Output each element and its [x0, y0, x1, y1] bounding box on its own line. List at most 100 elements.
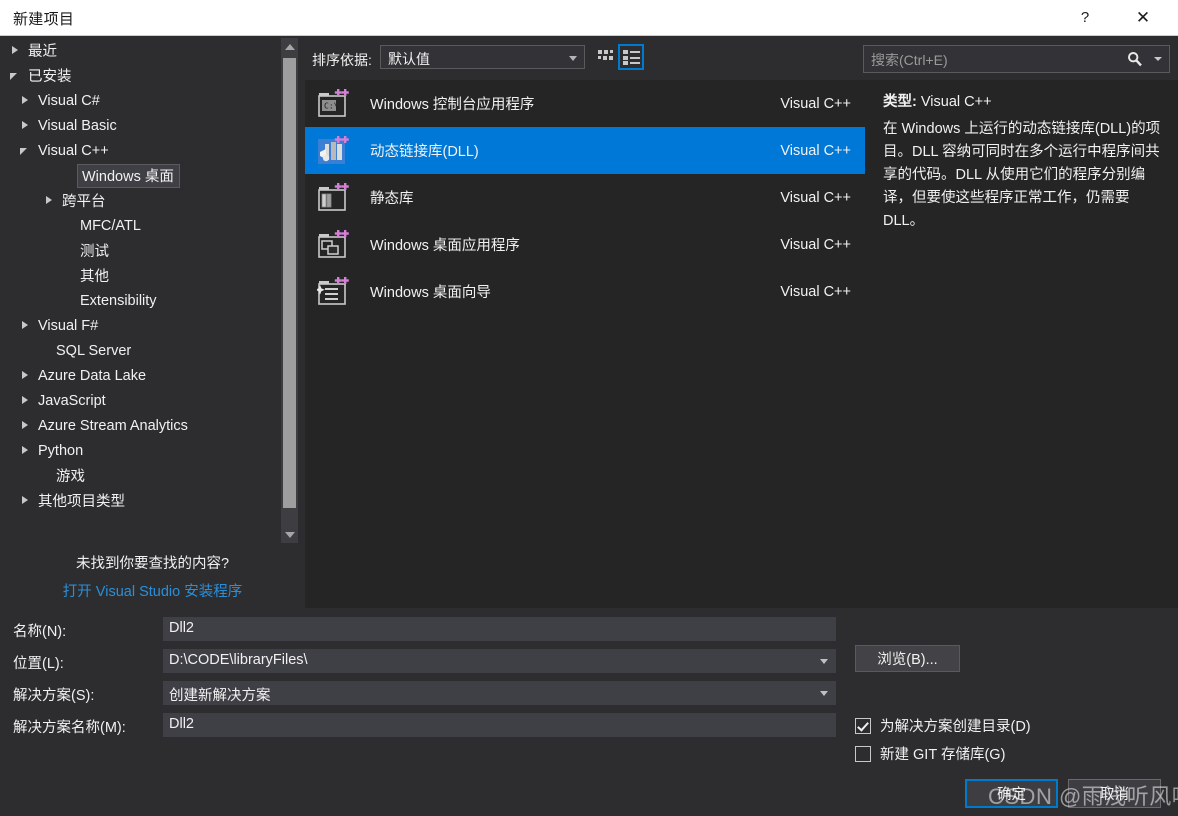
tree-item-9[interactable]: 其他	[0, 263, 305, 288]
chevron-down-icon[interactable]	[20, 145, 31, 156]
search-icon[interactable]	[1123, 48, 1147, 70]
tree-item-14[interactable]: JavaScript	[0, 388, 305, 413]
category-tree[interactable]: 最近 已安装 Visual C# Visual Basic Visual C++ Wind…	[0, 38, 305, 608]
browse-button[interactable]: 浏览(B)...	[855, 645, 960, 672]
sort-by-combobox[interactable]: 默认值	[380, 45, 585, 69]
git-repo-checkbox-row[interactable]: 新建 GIT 存储库(G)	[855, 743, 1005, 764]
search-input[interactable]: 搜索(Ctrl+E)	[871, 50, 948, 70]
tree-item-label: 游戏	[56, 469, 85, 485]
description-type-value: Visual C++	[920, 94, 992, 110]
create-directory-label: 为解决方案创建目录(D)	[880, 719, 1031, 735]
tree-item-label: 其他	[80, 269, 109, 285]
solution-name-value: Dll2	[169, 716, 194, 732]
not-found-hint: 未找到你要查找的内容?	[75, 556, 230, 572]
chevron-right-icon[interactable]	[44, 195, 55, 206]
solution-name-input[interactable]: Dll2	[163, 713, 836, 737]
create-directory-checkbox-row[interactable]: 为解决方案创建目录(D)	[855, 715, 1031, 736]
tree-item-8[interactable]: 测试	[0, 238, 305, 263]
description-type: 类型: Visual C++	[883, 90, 992, 111]
template-name: Windows 桌面向导	[370, 285, 491, 301]
chevron-right-icon[interactable]	[20, 445, 31, 456]
chevron-right-icon[interactable]	[10, 45, 21, 56]
tree-item-7[interactable]: MFC/ATL	[0, 213, 305, 238]
chevron-right-icon[interactable]	[20, 120, 31, 131]
dialog-title: 新建项目	[13, 11, 75, 28]
search-box[interactable]: 搜索(Ctrl+E)	[863, 45, 1170, 73]
cancel-button[interactable]: 取消	[1068, 779, 1161, 808]
tree-item-12[interactable]: SQL Server	[0, 338, 305, 363]
tree-item-label: Azure Stream Analytics	[38, 417, 188, 434]
chevron-right-icon[interactable]	[20, 395, 31, 406]
solution-label: 解决方案(S):	[13, 688, 95, 704]
chevron-down-icon	[569, 56, 577, 61]
template-row[interactable]: C:\ Windows 控制台应用程序 Visual C++	[305, 80, 865, 127]
description-body: 在 Windows 上运行的动态链接库(DLL)的项目。DLL 容纳可同时在多个…	[883, 121, 1161, 229]
template-list[interactable]: C:\ Windows 控制台应用程序 Visual C++ 动态链接库(DLL) Vi…	[305, 80, 865, 608]
tree-item-18[interactable]: 其他项目类型	[0, 488, 305, 513]
console-app-icon: C:\	[317, 88, 349, 120]
tree-item-2[interactable]: Visual C#	[0, 88, 305, 113]
chevron-down-icon	[820, 691, 828, 696]
tree-item-17[interactable]: 游戏	[0, 463, 305, 488]
git-repo-checkbox[interactable]	[855, 745, 871, 762]
solution-combobox[interactable]: 创建新解决方案	[163, 681, 836, 705]
tree-item-10[interactable]: Extensibility	[0, 288, 305, 313]
tree-item-3[interactable]: Visual Basic	[0, 113, 305, 138]
chevron-right-icon[interactable]	[20, 320, 31, 331]
create-directory-checkbox[interactable]	[855, 717, 871, 734]
location-value: D:\CODE\libraryFiles\	[169, 652, 308, 668]
tree-item-0[interactable]: 最近	[0, 38, 305, 63]
template-language: Visual C++	[780, 283, 851, 300]
desktop-app-icon	[317, 229, 349, 261]
tree-item-15[interactable]: Azure Stream Analytics	[0, 413, 305, 438]
template-name: 静态库	[370, 191, 414, 207]
tree-scrollbar[interactable]	[281, 38, 298, 543]
tree-item-label: SQL Server	[56, 342, 132, 359]
scrollbar-thumb[interactable]	[283, 58, 296, 508]
template-language: Visual C++	[780, 236, 851, 253]
tree-item-label: Visual C#	[38, 92, 100, 109]
tree-item-11[interactable]: Visual F#	[0, 313, 305, 338]
tree-item-4[interactable]: Visual C++	[0, 138, 305, 163]
chevron-right-icon[interactable]	[20, 370, 31, 381]
grid-view-icon[interactable]	[593, 44, 619, 70]
new-project-dialog: 新建项目 ? ✕ 最近 已安装 Visual C# Visual Basic Visua…	[0, 0, 1178, 816]
location-combobox[interactable]: D:\CODE\libraryFiles\	[163, 649, 836, 673]
solution-value: 创建新解决方案	[169, 688, 271, 704]
open-vs-installer-link[interactable]: 打开 Visual Studio 安装程序	[0, 580, 305, 601]
title-bar: 新建项目 ? ✕	[0, 0, 1178, 36]
tree-item-13[interactable]: Azure Data Lake	[0, 363, 305, 388]
sort-by-label: 排序依据:	[312, 52, 372, 68]
tree-item-5[interactable]: Windows 桌面	[0, 163, 305, 188]
template-row[interactable]: 静态库 Visual C++	[305, 174, 865, 221]
scroll-down-icon[interactable]	[281, 526, 298, 543]
tree-item-16[interactable]: Python	[0, 438, 305, 463]
chevron-right-icon[interactable]	[20, 495, 31, 506]
close-icon[interactable]: ✕	[1120, 0, 1166, 35]
chevron-right-icon[interactable]	[20, 420, 31, 431]
tree-item-label: Azure Data Lake	[38, 367, 147, 384]
template-language: Visual C++	[780, 95, 851, 112]
template-row[interactable]: Windows 桌面向导 Visual C++	[305, 268, 865, 315]
search-options-chevron-icon[interactable]	[1150, 48, 1166, 70]
tree-item-label: Extensibility	[80, 292, 157, 309]
sort-by-value: 默认值	[388, 51, 430, 67]
help-icon[interactable]: ?	[1062, 0, 1108, 35]
template-row[interactable]: 动态链接库(DLL) Visual C++	[305, 127, 865, 174]
scroll-up-icon[interactable]	[281, 38, 298, 55]
list-view-icon[interactable]	[618, 44, 644, 70]
name-input[interactable]: Dll2	[163, 617, 836, 641]
solution-name-label: 解决方案名称(M):	[13, 720, 126, 736]
template-name: 动态链接库(DLL)	[370, 144, 479, 160]
tree-item-label: Visual C++	[38, 142, 109, 159]
template-row[interactable]: Windows 桌面应用程序 Visual C++	[305, 221, 865, 268]
tree-item-label: Visual Basic	[38, 117, 117, 134]
chevron-down-icon[interactable]	[10, 70, 21, 81]
tree-item-label: 跨平台	[62, 194, 106, 210]
tree-item-1[interactable]: 已安装	[0, 63, 305, 88]
dll-icon	[317, 135, 349, 167]
tree-item-label: MFC/ATL	[80, 217, 141, 234]
tree-item-6[interactable]: 跨平台	[0, 188, 305, 213]
chevron-right-icon[interactable]	[20, 95, 31, 106]
ok-button[interactable]: 确定	[965, 779, 1058, 808]
